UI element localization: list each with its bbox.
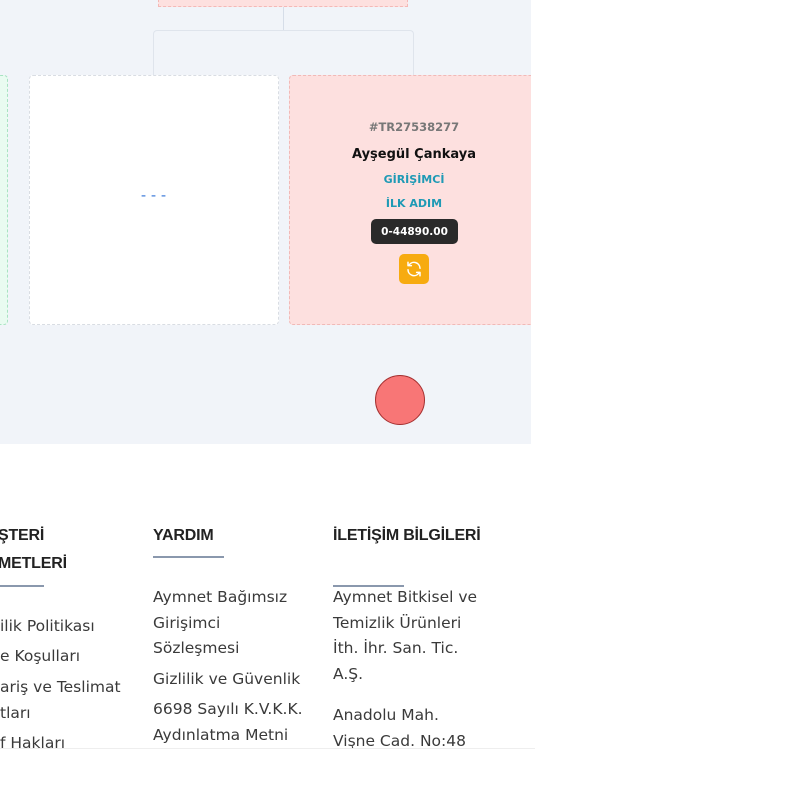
footer-link-agreement[interactable]: Aymnet Bağımsız [153, 584, 287, 610]
footer-link-rights[interactable]: f Hakları [0, 730, 65, 756]
customer-services-heading-line1: ŞTERİ [0, 527, 45, 544]
help-heading-underline [153, 556, 224, 558]
footer: ŞTERİ METLERİ ilik Politikası e Koşullar… [0, 444, 800, 800]
footer-divider [0, 748, 535, 749]
partial-member-card[interactable] [0, 75, 8, 325]
footer-link-kvkk[interactable]: 6698 Sayılı K.V.K.K. [153, 696, 303, 722]
member-role: GİRİŞİMCİ [383, 173, 445, 186]
footer-link-agreement-cont2[interactable]: Sözleşmesi [153, 635, 239, 661]
company-name-line2: Temizlik Ürünleri [333, 614, 462, 632]
member-name: Ayşegül Çankaya [351, 147, 476, 162]
help-heading: YARDIM [153, 527, 214, 544]
refresh-button[interactable] [399, 254, 429, 284]
member-balance-badge: 0-44890.00 [371, 219, 458, 244]
footer-link-order-delivery[interactable]: ariş ve Teslimat [0, 674, 121, 700]
company-name-line3: İth. İhr. San. Tic. [333, 639, 459, 657]
customer-services-heading-line2: METLERİ [0, 555, 67, 572]
empty-placeholder: --- [138, 186, 170, 204]
tree-connector-line [283, 7, 284, 31]
genealogy-tree-area: --- #TR27538277 Ayşegül Çankaya GİRİŞİMC… [0, 0, 531, 444]
customer-heading-underline [0, 585, 44, 587]
footer-link-kvkk-cont[interactable]: Aydınlatma Metni [153, 722, 288, 748]
address-line2: Vişne Cad. No:48 [333, 732, 466, 750]
footer-link-security[interactable]: Gizlilik ve Güvenlik [153, 666, 300, 692]
company-name-line1: Aymnet Bitkisel ve [333, 588, 478, 606]
empty-position-card[interactable]: --- [29, 75, 279, 325]
status-indicator-dot[interactable] [375, 375, 425, 425]
company-name-line4: A.Ş. [333, 665, 364, 683]
tree-connector-bracket [153, 30, 414, 78]
footer-link-terms[interactable]: e Koşulları [0, 643, 80, 669]
footer-link-order-delivery-cont[interactable]: tları [0, 700, 31, 726]
member-level: İLK ADIM [385, 197, 443, 210]
footer-link-privacy[interactable]: ilik Politikası [0, 613, 95, 639]
footer-link-agreement-cont[interactable]: Girişimci [153, 610, 220, 636]
address-line1: Anadolu Mah. [333, 706, 439, 724]
member-card[interactable]: #TR27538277 Ayşegül Çankaya GİRİŞİMCİ İL… [289, 75, 531, 325]
contact-heading: İLETİŞİM BİLGİLERİ [333, 527, 481, 544]
refresh-icon [407, 261, 421, 277]
parent-node-card-edge[interactable] [158, 0, 408, 7]
member-id: #TR27538277 [368, 120, 460, 134]
